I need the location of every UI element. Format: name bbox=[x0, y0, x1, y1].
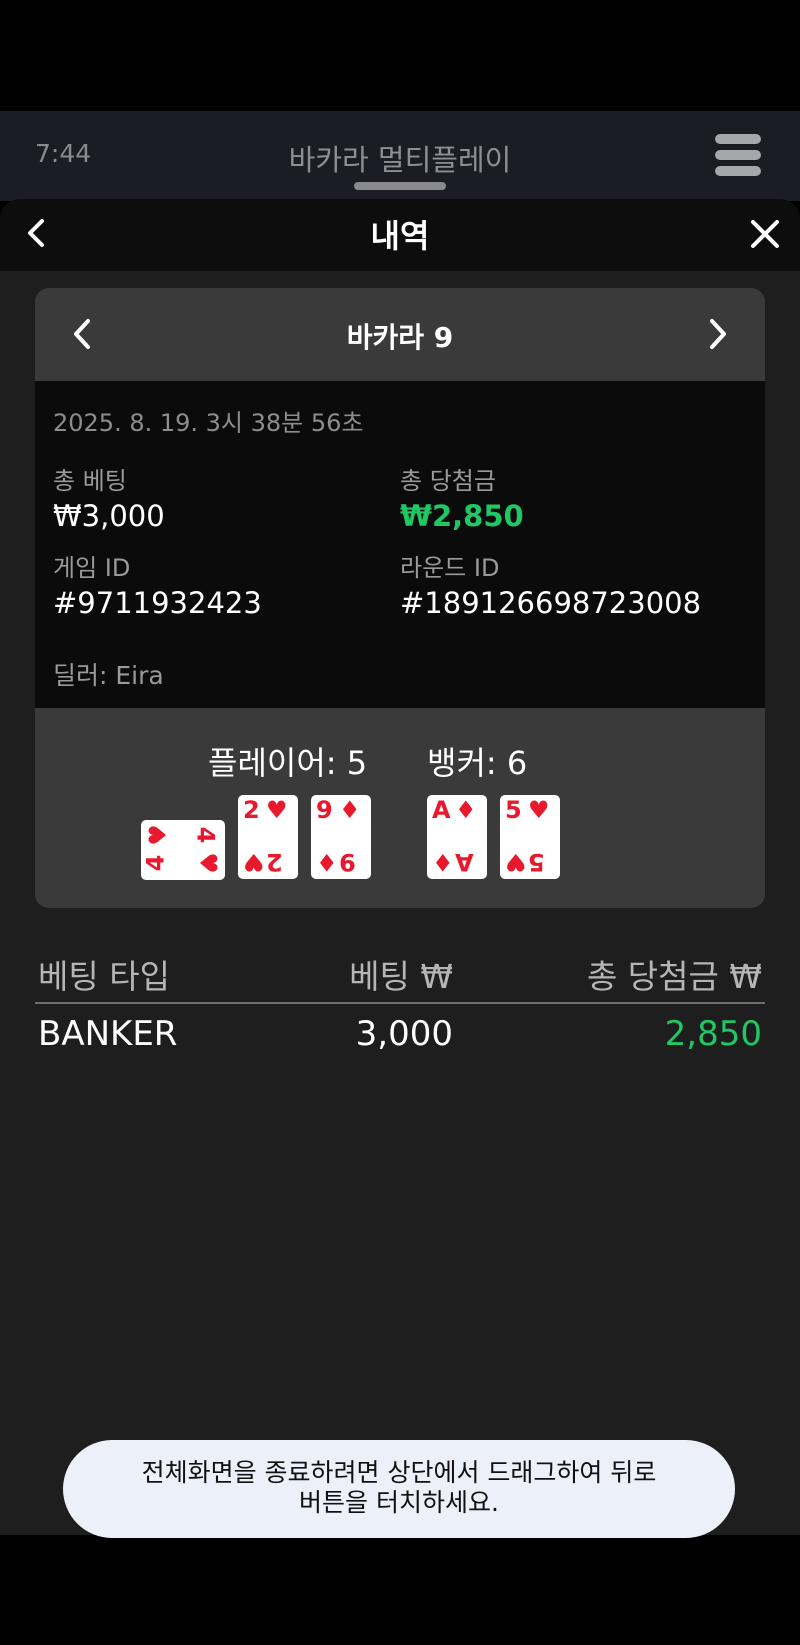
round-date: 2025. 8. 19. 3시 38분 56초 bbox=[53, 409, 364, 437]
banker-card-2: 5 ♥ 5 ♥ bbox=[500, 795, 560, 879]
next-round-icon[interactable] bbox=[699, 316, 735, 352]
row-bet-amount: 3,000 bbox=[355, 1014, 453, 1054]
total-win-label: 총 당첨금 bbox=[400, 467, 496, 495]
drag-handle[interactable] bbox=[354, 182, 446, 190]
bets-table: 베팅 타입 베팅 ₩ 총 당첨금 ₩ BANKER 3,000 2,850 bbox=[35, 944, 765, 1068]
round-id-value: #189126698723008 bbox=[400, 586, 702, 620]
sheet-title: 내역 bbox=[370, 217, 430, 255]
total-win-value: ₩2,850 bbox=[400, 499, 524, 533]
player-card-3: 9 ♦ 9 ♦ bbox=[311, 795, 371, 879]
game-id-label: 게임 ID bbox=[53, 554, 131, 582]
fullscreen-toast: 전체화면을 종료하려면 상단에서 드래그하여 뒤로 버튼을 터치하세요. bbox=[63, 1440, 735, 1538]
game-name: 바카라 9 bbox=[346, 321, 454, 354]
top-bar: 7:44 바카라 멀티플레이 bbox=[0, 111, 800, 201]
table-row: BANKER 3,000 2,850 bbox=[35, 1004, 765, 1068]
header-bet-type: 베팅 타입 bbox=[38, 957, 170, 996]
hands-area: 플레이어: 5 뱅커: 6 4 ♥ 4 ♥ 2 ♥ 2 ♥ 9 ♦ 9 ♦ A ♦ A ♦ 5 ♥… bbox=[35, 708, 765, 908]
banker-card-1: A ♦ A ♦ bbox=[427, 795, 487, 879]
player-score: 플레이어: 5 bbox=[208, 744, 368, 782]
total-bet-label: 총 베팅 bbox=[53, 467, 127, 495]
game-navigator: 바카라 9 bbox=[35, 288, 765, 381]
game-id-value: #9711932423 bbox=[53, 586, 262, 620]
row-bet-type: BANKER bbox=[38, 1014, 178, 1054]
dealer-name: 딜러: Eira bbox=[53, 661, 164, 690]
header-bet-amount: 베팅 ₩ bbox=[349, 957, 453, 996]
banker-score: 뱅커: 6 bbox=[427, 744, 528, 782]
player-card-2: 2 ♥ 2 ♥ bbox=[238, 795, 298, 879]
player-card-1: 4 ♥ 4 ♥ bbox=[141, 820, 225, 880]
header-total-win: 총 당첨금 ₩ bbox=[586, 957, 762, 996]
menu-icon[interactable] bbox=[715, 134, 761, 176]
table-header: 베팅 타입 베팅 ₩ 총 당첨금 ₩ bbox=[35, 944, 765, 1004]
history-sheet: 내역 바카라 9 2025. 8. 19. 3시 38분 56초 총 베팅 ₩3… bbox=[0, 199, 800, 1535]
sheet-header: 내역 bbox=[0, 199, 800, 271]
total-bet-value: ₩3,000 bbox=[53, 499, 165, 533]
toast-line-1: 전체화면을 종료하려면 상단에서 드래그하여 뒤로 bbox=[141, 1458, 657, 1487]
app-title: 바카라 멀티플레이 bbox=[288, 143, 512, 177]
round-id-label: 라운드 ID bbox=[400, 554, 500, 582]
round-card: 바카라 9 2025. 8. 19. 3시 38분 56초 총 베팅 ₩3,00… bbox=[35, 288, 765, 908]
row-total-win: 2,850 bbox=[664, 1014, 762, 1054]
toast-line-2: 버튼을 터치하세요. bbox=[299, 1488, 499, 1517]
round-info: 2025. 8. 19. 3시 38분 56초 총 베팅 ₩3,000 총 당첨… bbox=[35, 381, 765, 708]
close-icon[interactable] bbox=[748, 217, 782, 251]
